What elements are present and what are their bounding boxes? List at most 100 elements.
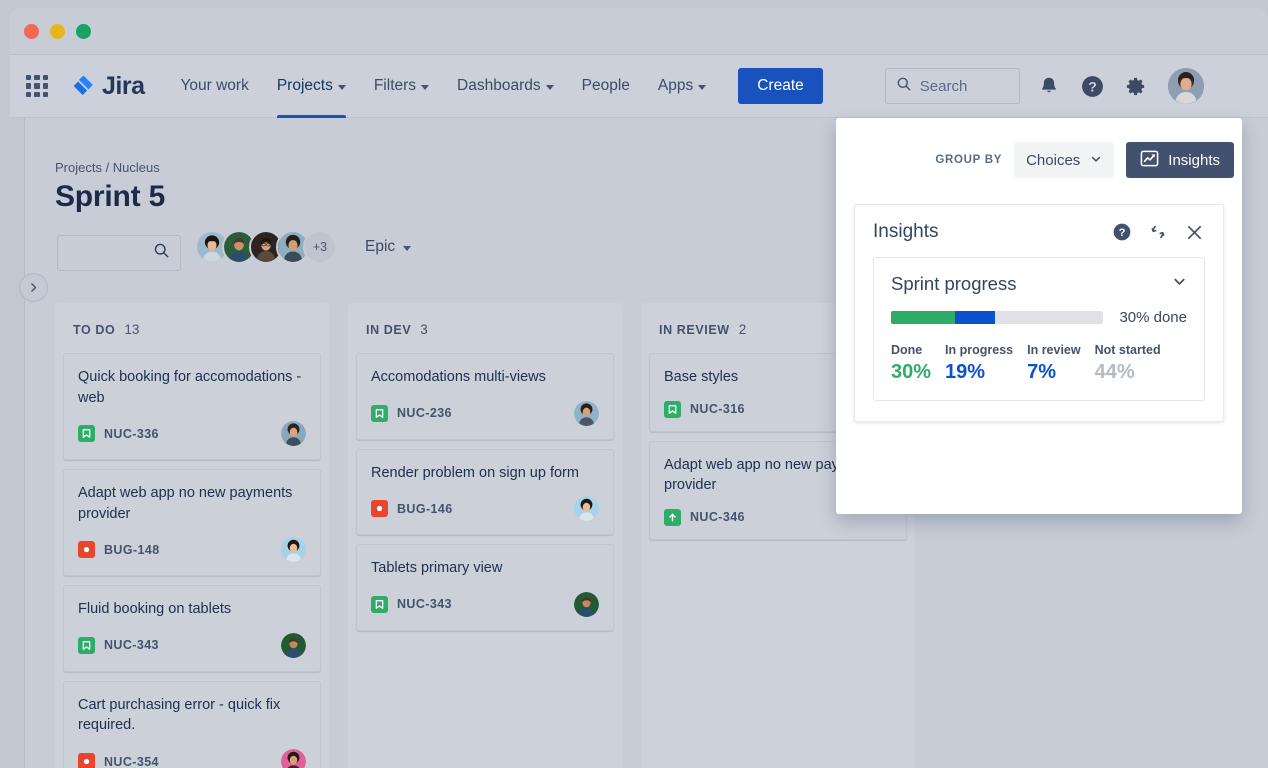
issue-key[interactable]: NUC-343 [104,638,159,652]
user-avatar[interactable] [1168,68,1204,104]
svg-text:?: ? [1119,227,1126,239]
insights-panel-title: Insights [873,221,938,243]
search-icon [896,76,912,97]
page-title: Sprint 5 [55,180,165,214]
issue-card[interactable]: Fluid booking on tabletsNUC-343 [63,585,321,672]
nav-item-apps[interactable]: Apps [644,55,720,118]
nav-item-label: Your work [180,77,248,95]
assignee-avatar[interactable] [574,401,599,426]
notifications-bell-icon[interactable] [1034,71,1064,101]
issue-card-footer: NUC-354 [78,749,306,768]
avatar-overflow-count[interactable]: +3 [303,230,337,264]
issue-title: Quick booking for accomodations - web [78,367,306,408]
assignee-avatar[interactable] [574,592,599,617]
nav-item-dashboards[interactable]: Dashboards [443,55,568,118]
avatar-stack[interactable]: +3 [195,230,337,264]
insights-overlay: GROUP BY Choices Insights [836,118,1242,514]
chevron-down-icon [1090,152,1102,169]
issue-key[interactable]: NUC-236 [397,406,452,420]
search-icon [153,242,170,264]
window-titlebar [10,8,1268,55]
nav-item-filters[interactable]: Filters [360,55,443,118]
issue-key[interactable]: BUG-146 [397,502,453,516]
column-name: IN REVIEW [659,323,730,337]
assignee-avatar[interactable] [574,496,599,521]
issue-card-footer: NUC-343 [78,633,306,658]
issue-card[interactable]: Cart purchasing error - quick fix requir… [63,681,321,768]
nav-item-label: Filters [374,77,416,95]
nav-item-label: Projects [277,77,333,95]
chevron-down-icon [338,85,346,90]
story-icon [371,596,388,613]
story-icon [78,637,95,654]
sprint-stat-label: In progress [945,343,1013,357]
assignee-avatar[interactable] [281,421,306,446]
issue-key[interactable]: NUC-316 [690,402,745,416]
insights-toggle-button[interactable]: Insights [1126,142,1234,178]
issue-card-footer: NUC-343 [371,592,599,617]
help-icon[interactable]: ? [1078,71,1108,101]
refresh-icon[interactable] [1147,221,1169,243]
sprint-progress-card: Sprint progress 30% done Done30%In progr… [873,257,1205,401]
progress-segment-done [891,311,955,324]
issue-key[interactable]: NUC-354 [104,755,159,768]
board-columns: TO DO13Quick booking for accomodations -… [55,303,915,768]
issue-key[interactable]: NUC-346 [690,510,745,524]
group-by-select[interactable]: Choices [1014,142,1114,178]
issue-title: Render problem on sign up form [371,463,599,484]
chevron-down-icon [421,85,429,90]
insights-panel: Insights ? [854,204,1224,422]
insights-toolbar: GROUP BY Choices Insights [836,118,1242,184]
issue-key[interactable]: NUC-343 [397,597,452,611]
window-close-button[interactable] [24,24,39,39]
issue-card[interactable]: Quick booking for accomodations - web NUC… [63,353,321,460]
issue-card[interactable]: Accomodations multi-viewsNUC-236 [356,353,614,440]
sprint-stat: In review 7% [1027,343,1081,384]
jira-wordmark: Jira [102,72,144,101]
column-name: IN DEV [366,323,411,337]
chevron-down-icon[interactable] [1172,274,1187,294]
issue-card-footer: BUG-148 [78,537,306,562]
bug-icon [371,500,388,517]
issue-card[interactable]: Tablets primary viewNUC-343 [356,544,614,631]
board-search-input[interactable] [57,235,181,271]
jira-logo-icon [70,73,96,99]
issue-key[interactable]: BUG-148 [104,543,160,557]
window-maximize-button[interactable] [76,24,91,39]
assignee-avatar[interactable] [281,633,306,658]
issue-card[interactable]: Adapt web app no new payments providerBU… [63,469,321,576]
sprint-stat: In progress19% [945,343,1013,384]
sprint-stat-label: Not started [1095,343,1161,357]
help-icon[interactable]: ? [1111,221,1133,243]
jira-logo[interactable]: Jira [70,72,144,101]
progress-done-label: 30% done [1119,309,1187,326]
nav-item-your-work[interactable]: Your work [166,55,262,118]
apps-grid-icon[interactable] [24,73,50,99]
window-minimize-button[interactable] [50,24,65,39]
bug-icon [78,753,95,768]
issue-card[interactable]: Render problem on sign up form BUG-146 [356,449,614,536]
nav-item-projects[interactable]: Projects [263,55,360,118]
sprint-stat-label: In review [1027,343,1081,357]
sprint-stat-label: Done [891,343,931,357]
progress-row: 30% done [891,309,1187,326]
sidebar-expand-button[interactable] [19,273,48,302]
epic-filter-dropdown[interactable]: Epic [365,238,411,256]
global-navigation-bar: Jira Your work Projects Filters Dashboar… [10,55,1268,118]
nav-item-people[interactable]: People [568,55,644,118]
assignee-avatar[interactable] [281,749,306,768]
create-button[interactable]: Create [738,68,823,104]
sprint-stat-value: 30% [891,361,931,384]
chevron-down-icon [403,246,411,251]
search-input[interactable]: Search [885,68,1020,104]
assignee-avatar[interactable] [281,537,306,562]
close-icon[interactable] [1183,221,1205,243]
nav-item-label: Dashboards [457,77,541,95]
bug-icon [78,541,95,558]
sprint-stat-value: 7% [1027,361,1081,384]
settings-gear-icon[interactable] [1122,71,1152,101]
breadcrumb[interactable]: Projects / Nucleus [55,160,160,175]
issue-key[interactable]: NUC-336 [104,427,159,441]
task-arrow-icon [664,509,681,526]
progress-segment-in-progress [955,311,995,324]
